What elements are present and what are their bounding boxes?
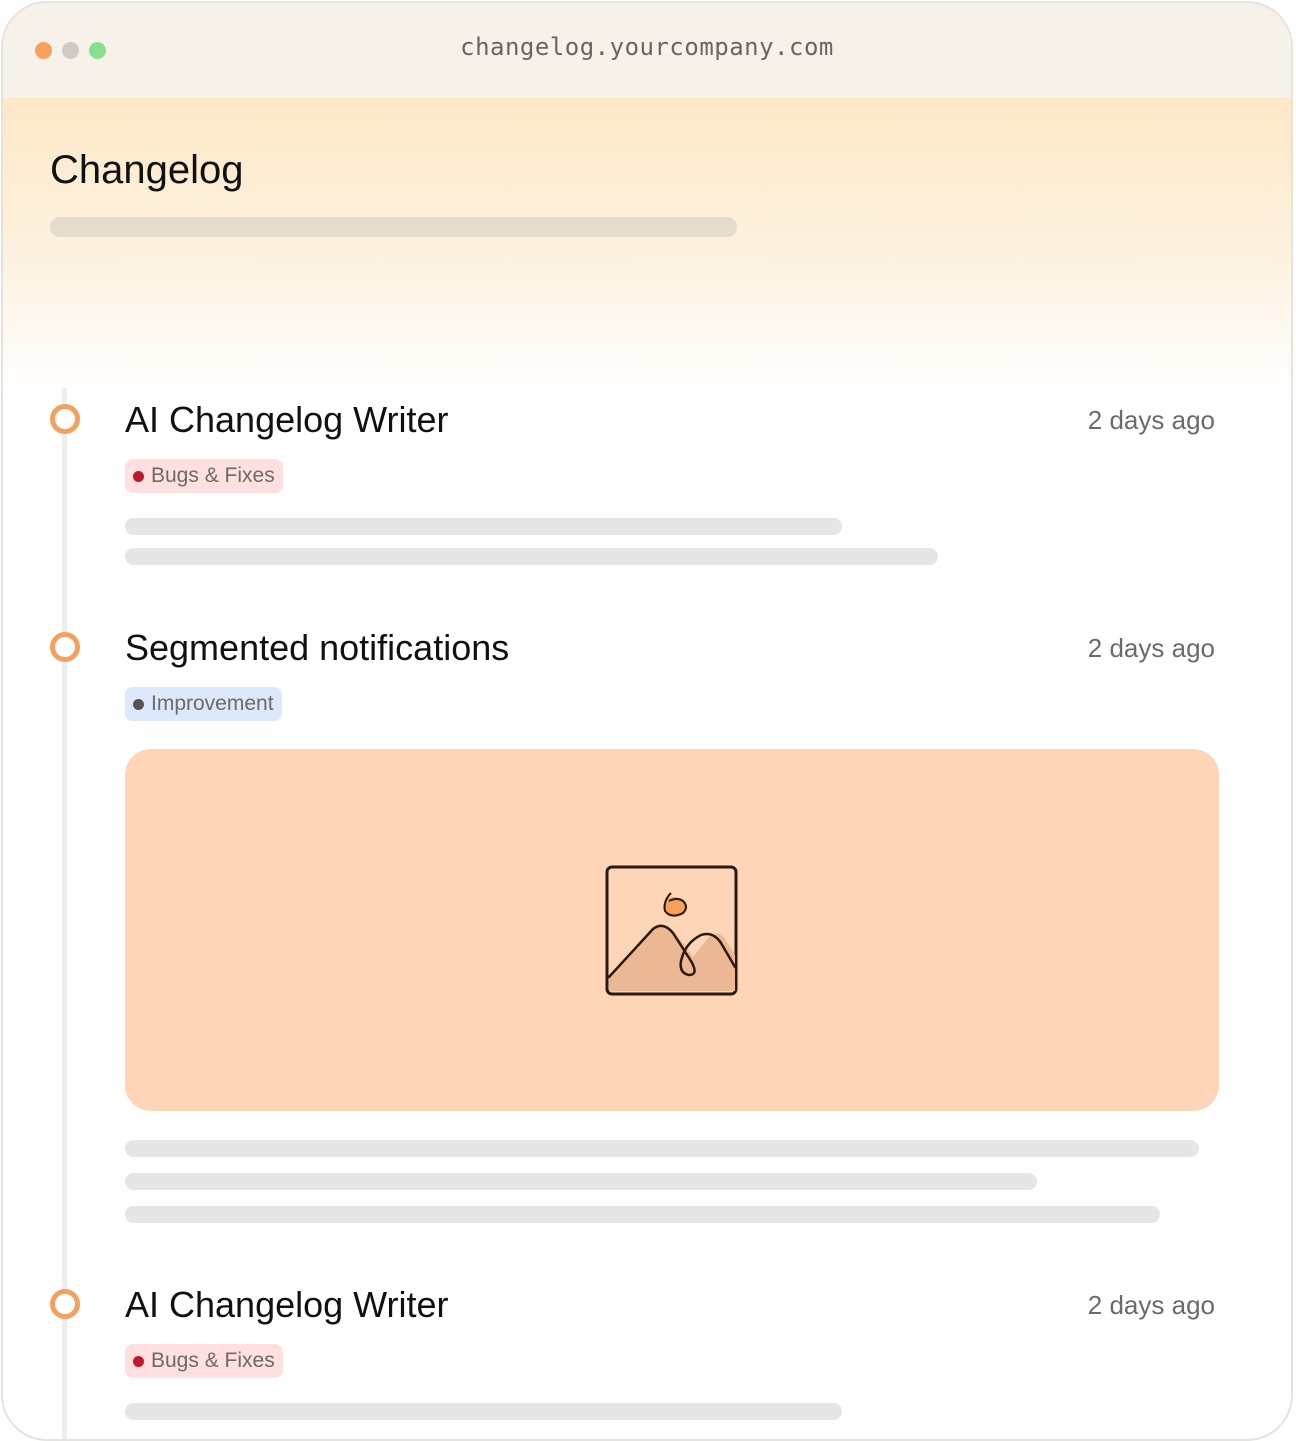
image-placeholder-icon [605, 865, 738, 996]
timeline-node [50, 404, 80, 434]
text-placeholder-line [125, 548, 938, 565]
entry-title[interactable]: AI Changelog Writer [125, 1284, 449, 1326]
page-header-background [3, 98, 1291, 398]
entry-date: 2 days ago [1087, 405, 1215, 435]
tag-improvement[interactable]: Improvement [125, 687, 282, 721]
tag-bugs-fixes[interactable]: Bugs & Fixes [125, 459, 283, 493]
tag-label: Bugs & Fixes [151, 1349, 275, 1372]
text-placeholder-line [125, 518, 842, 535]
timeline-node [50, 1289, 80, 1319]
entry-date: 2 days ago [1087, 633, 1215, 663]
tag-label: Improvement [151, 692, 274, 715]
tag-dot-icon [133, 470, 144, 482]
tag-bugs-fixes[interactable]: Bugs & Fixes [125, 1344, 283, 1378]
timeline-line [62, 388, 67, 1439]
timeline-node [50, 632, 80, 662]
page-title: Changelog [50, 148, 244, 192]
entry-title[interactable]: AI Changelog Writer [125, 399, 449, 441]
text-placeholder-line [125, 1173, 1037, 1190]
browser-window: changelog.yourcompany.com Changelog AI C… [1, 1, 1293, 1441]
tag-dot-icon [133, 698, 144, 710]
tag-dot-icon [133, 1355, 144, 1367]
text-placeholder-line [125, 1206, 1160, 1223]
entry-title[interactable]: Segmented notifications [125, 627, 509, 669]
title-bar: changelog.yourcompany.com [3, 3, 1291, 98]
subtitle-placeholder [50, 217, 737, 237]
entry-image-placeholder [125, 749, 1219, 1111]
address-bar-url[interactable]: changelog.yourcompany.com [3, 33, 1291, 61]
text-placeholder-line [125, 1403, 842, 1420]
entry-date: 2 days ago [1087, 1290, 1215, 1320]
text-placeholder-line [125, 1140, 1199, 1157]
tag-label: Bugs & Fixes [151, 464, 275, 487]
